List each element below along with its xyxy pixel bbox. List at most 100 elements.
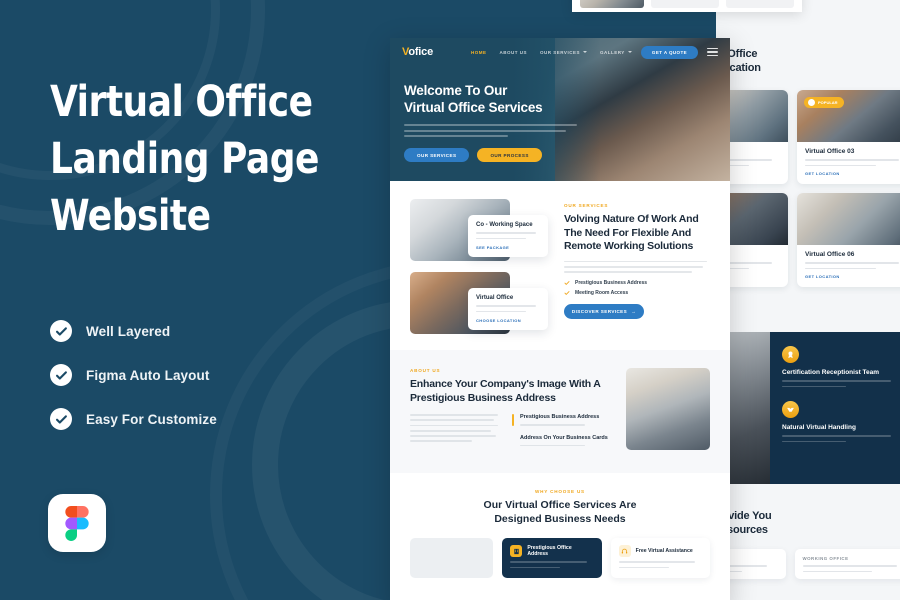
strip-cell — [651, 0, 719, 8]
section-heading: Our Virtual Office Services Location — [716, 48, 761, 74]
section-paragraph — [410, 414, 498, 455]
badge-dot-icon — [808, 99, 815, 106]
address-section-photo — [626, 368, 710, 450]
feature-item-easy-for-customize: Easy For Customize — [50, 408, 400, 430]
services-text-column: OUR SERVICES Volving Nature Of Work And … — [564, 199, 710, 334]
feature-list: Well Layered Figma Auto Layout Easy For … — [50, 320, 400, 430]
designed-services-section: WHY CHOOSE US Our Virtual Office Service… — [390, 473, 730, 579]
service-card-virtual-office[interactable]: Virtual Office CHOOSE LOCATION — [468, 288, 548, 331]
service-card-free-virtual-assistance[interactable]: Free Virtual Assistance — [610, 538, 710, 579]
text-line — [805, 267, 877, 270]
text-line — [805, 164, 877, 167]
text-line — [476, 237, 526, 240]
section-heading: Our Virtual Office Services Are Designed… — [483, 499, 637, 525]
hero-content: Welcome To Our Virtual Office Services O… — [404, 82, 584, 162]
text-line — [802, 570, 873, 573]
section-eyebrow: WHY CHOOSE US — [535, 489, 585, 495]
office-link[interactable]: GET LOCATION — [805, 274, 900, 279]
discover-services-button[interactable]: DISCOVER SERVICES → — [564, 303, 644, 319]
text-line — [805, 159, 899, 161]
office-link[interactable]: GET LOCATION — [805, 171, 900, 176]
office-card[interactable]: POPULAR Virtual Office 03 GET LOCATION — [797, 90, 900, 185]
service-card-prestigious-office-address[interactable]: Prestigious Office Address — [502, 538, 602, 579]
building-icon — [510, 545, 523, 558]
nav-label: GALLERY — [599, 49, 625, 55]
resources-section: OUR SERVICES Services Provide You Essent… — [716, 500, 900, 580]
nav-item-about-us[interactable]: ABOUT US — [500, 50, 528, 55]
section-heading: Services Provide You Essential Resources — [716, 510, 772, 536]
nav-label: OUR SERVICES — [540, 49, 580, 55]
our-services-button[interactable]: OUR SERVICES — [404, 148, 470, 162]
text-line — [476, 310, 526, 313]
resource-card-row: MEETING WORKING OFFICE — [716, 549, 900, 580]
mockup-background-strip — [572, 0, 802, 12]
office-card-grid: Virtual Office 02 GET LOCATION POPULAR V… — [716, 90, 900, 288]
nav-item-gallery[interactable]: GALLERY — [600, 50, 632, 55]
services-tick-list: Prestigious Business Address Meeting Roo… — [564, 280, 710, 296]
check-circle-icon — [50, 364, 72, 386]
feature-title: Address On Your Business Cards — [520, 434, 608, 441]
service-card-title: Prestigious Office Address — [527, 545, 572, 558]
get-a-quote-button[interactable]: GET A QUOTE — [640, 45, 698, 59]
check-icon — [564, 291, 570, 295]
hero-buttons: OUR SERVICES OUR PROCESS — [404, 148, 584, 162]
feature-title: Prestigious Business Address — [520, 414, 600, 420]
hero-paragraph — [404, 124, 584, 137]
office-title: Virtual Office 03 — [805, 148, 855, 155]
section-eyebrow: OUR LOCATION — [716, 38, 900, 43]
mockup-main-page: Vofice HOME ABOUT US OUR SERVICES GALLER… — [390, 38, 730, 600]
nav-item-our-services[interactable]: OUR SERVICES — [540, 50, 587, 55]
arrow-right-icon: → — [631, 308, 637, 314]
strip-cell — [726, 0, 794, 8]
nav-label: HOME — [471, 49, 487, 55]
service-card-link[interactable]: SEE PACKAGE — [476, 245, 540, 250]
certificate-icon — [782, 346, 799, 363]
nav-item-home[interactable]: HOME — [471, 50, 487, 55]
band-item-title: Certification Receptionist Team — [782, 369, 880, 376]
navbar-right: GET A QUOTE — [640, 45, 718, 59]
band-item-virtual-handling: Natural Virtual Handling — [782, 401, 900, 443]
check-circle-icon — [50, 408, 72, 430]
chevron-down-icon — [627, 51, 632, 53]
section-heading: Volving Nature Of Work And The Need For … — [564, 213, 699, 252]
resource-title: WORKING OFFICE — [802, 556, 849, 561]
service-card-plain[interactable] — [410, 538, 494, 579]
strip-photo — [580, 0, 644, 8]
service-card-row: Prestigious Office Address Free Virtual … — [410, 538, 710, 579]
service-card-title: Co - Working Space — [476, 222, 533, 228]
feature-label: Figma Auto Layout — [86, 367, 210, 383]
handshake-icon — [782, 401, 799, 419]
text-line — [476, 232, 537, 234]
service-card-coworking[interactable]: Co - Working Space SEE PACKAGE — [468, 215, 548, 258]
nav-label: ABOUT US — [499, 49, 528, 55]
text-line — [802, 565, 898, 567]
promo-text-panel: Virtual Office Landing Page Website Well… — [0, 0, 400, 600]
promo-banner: Virtual Office Landing Page Website Well… — [0, 0, 900, 600]
services-card-column: Co - Working Space SEE PACKAGE Virtual O… — [410, 199, 550, 334]
section-eyebrow: OUR SERVICES — [564, 203, 609, 208]
text-line — [476, 305, 537, 307]
our-process-button[interactable]: OUR PROCESS — [477, 148, 542, 162]
site-logo[interactable]: Vofice — [402, 46, 433, 58]
office-photo — [797, 193, 900, 246]
headset-icon — [618, 545, 631, 558]
address-feature-item: Address On Your Business Cards — [512, 435, 610, 447]
hamburger-menu-icon[interactable] — [707, 47, 718, 57]
text-line — [520, 424, 585, 426]
service-card-title: Free Virtual Assistance — [635, 548, 693, 555]
text-line — [782, 385, 847, 388]
button-label: DISCOVER SERVICES — [571, 308, 628, 314]
section-eyebrow: ABOUT US — [410, 368, 441, 373]
badge-label: POPULAR — [818, 100, 838, 105]
service-card-title: Virtual Office — [476, 295, 514, 301]
logo-rest: ofice — [408, 46, 434, 58]
text-line — [510, 566, 561, 569]
feature-label: Well Layered — [86, 323, 171, 339]
resource-card[interactable]: WORKING OFFICE — [794, 549, 900, 580]
service-card-link[interactable]: CHOOSE LOCATION — [476, 318, 540, 323]
check-circle-icon — [50, 320, 72, 342]
section-heading: Enhance Your Company's Image With A Pres… — [410, 378, 601, 404]
business-address-section: ABOUT US Enhance Your Company's Image Wi… — [390, 350, 730, 474]
office-card[interactable]: Virtual Office 06 GET LOCATION — [797, 193, 900, 288]
office-title: Virtual Office 06 — [805, 251, 855, 259]
